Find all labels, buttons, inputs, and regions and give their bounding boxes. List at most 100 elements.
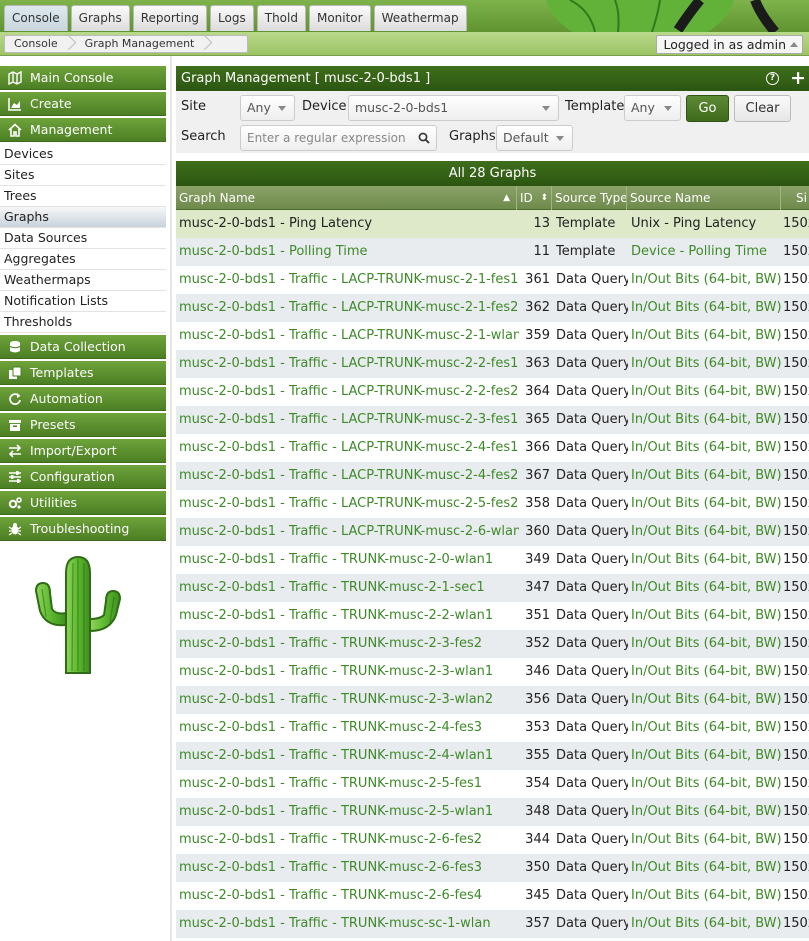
graph-name-link[interactable]: musc-2-0-bds1 - Traffic - TRUNK-musc-2-6…: [179, 882, 519, 910]
sidebar-data-collection[interactable]: Data Collection: [0, 335, 166, 359]
tab-thold[interactable]: Thold: [256, 5, 306, 31]
sidebar-item-graphs[interactable]: Graphs: [0, 207, 166, 228]
table-row[interactable]: musc-2-0-bds1 - Traffic - LACP-TRUNK-mus…: [176, 490, 809, 518]
column-source-type[interactable]: Source Type: [552, 186, 627, 210]
source-name-link[interactable]: In/Out Bits (64-bit, BW): [631, 490, 781, 518]
template-select[interactable]: Any: [624, 95, 681, 121]
graph-name-link[interactable]: musc-2-0-bds1 - Traffic - TRUNK-musc-2-6…: [179, 826, 519, 854]
table-row[interactable]: musc-2-0-bds1 - Traffic - LACP-TRUNK-mus…: [176, 266, 809, 294]
table-row[interactable]: musc-2-0-bds1 - Traffic - TRUNK-musc-2-5…: [176, 798, 809, 826]
column-id[interactable]: ID ⬍: [517, 186, 552, 210]
source-name-link[interactable]: In/Out Bits (64-bit, BW): [631, 882, 781, 910]
search-input[interactable]: Enter a regular expression: [240, 125, 437, 151]
graph-name-link[interactable]: musc-2-0-bds1 - Traffic - LACP-TRUNK-mus…: [179, 322, 519, 350]
source-name-link[interactable]: In/Out Bits (64-bit, BW): [631, 434, 781, 462]
sidebar-create[interactable]: Create: [0, 92, 166, 116]
source-name-link[interactable]: Unix - Ping Latency: [631, 210, 781, 238]
sidebar-management[interactable]: Management: [0, 118, 166, 142]
source-name-link[interactable]: In/Out Bits (64-bit, BW): [631, 518, 781, 546]
sidebar-item-aggregates[interactable]: Aggregates: [0, 249, 166, 270]
sidebar-item-weathermaps[interactable]: Weathermaps: [0, 270, 166, 291]
graph-name-link[interactable]: musc-2-0-bds1 - Traffic - TRUNK-musc-2-6…: [179, 854, 519, 882]
graph-name-link[interactable]: musc-2-0-bds1 - Traffic - TRUNK-musc-2-0…: [179, 546, 519, 574]
table-row[interactable]: musc-2-0-bds1 - Traffic - TRUNK-musc-2-0…: [176, 546, 809, 574]
source-name-link[interactable]: In/Out Bits (64-bit, BW): [631, 910, 781, 938]
source-name-link[interactable]: In/Out Bits (64-bit, BW): [631, 350, 781, 378]
sidebar-troubleshooting[interactable]: Troubleshooting: [0, 517, 166, 541]
source-name-link[interactable]: In/Out Bits (64-bit, BW): [631, 658, 781, 686]
column-source-name[interactable]: Source Name: [627, 186, 781, 210]
graph-name-link[interactable]: musc-2-0-bds1 - Traffic - LACP-TRUNK-mus…: [179, 518, 519, 546]
table-row[interactable]: musc-2-0-bds1 - Traffic - LACP-TRUNK-mus…: [176, 434, 809, 462]
table-row[interactable]: musc-2-0-bds1 - Traffic - TRUNK-musc-2-6…: [176, 882, 809, 910]
graph-name-link[interactable]: musc-2-0-bds1 - Traffic - LACP-TRUNK-mus…: [179, 490, 519, 518]
graph-name-link[interactable]: musc-2-0-bds1 - Traffic - LACP-TRUNK-mus…: [179, 434, 519, 462]
sidebar-configuration[interactable]: Configuration: [0, 465, 166, 489]
sidebar-main-console[interactable]: Main Console: [0, 66, 166, 90]
table-row[interactable]: musc-2-0-bds1 - Traffic - TRUNK-musc-2-3…: [176, 686, 809, 714]
source-name-link[interactable]: In/Out Bits (64-bit, BW): [631, 574, 781, 602]
source-name-link[interactable]: In/Out Bits (64-bit, BW): [631, 602, 781, 630]
table-row[interactable]: musc-2-0-bds1 - Polling Time 11 Template De…: [176, 238, 809, 266]
graph-name-link[interactable]: musc-2-0-bds1 - Traffic - LACP-TRUNK-mus…: [179, 294, 519, 322]
source-name-link[interactable]: In/Out Bits (64-bit, BW): [631, 798, 781, 826]
graph-name-link[interactable]: musc-2-0-bds1 - Traffic - LACP-TRUNK-mus…: [179, 350, 519, 378]
graph-name-link[interactable]: musc-2-0-bds1 - Traffic - TRUNK-musc-2-5…: [179, 770, 519, 798]
source-name-link[interactable]: In/Out Bits (64-bit, BW): [631, 630, 781, 658]
table-row[interactable]: musc-2-0-bds1 - Traffic - TRUNK-musc-2-6…: [176, 826, 809, 854]
breadcrumb-graph-management[interactable]: Graph Management: [76, 36, 213, 52]
source-name-link[interactable]: In/Out Bits (64-bit, BW): [631, 378, 781, 406]
graph-name-link[interactable]: musc-2-0-bds1 - Traffic - LACP-TRUNK-mus…: [179, 266, 519, 294]
table-row[interactable]: musc-2-0-bds1 - Traffic - LACP-TRUNK-mus…: [176, 350, 809, 378]
tab-monitor[interactable]: Monitor: [308, 5, 371, 31]
source-name-link[interactable]: In/Out Bits (64-bit, BW): [631, 546, 781, 574]
graphs-select[interactable]: Default: [496, 125, 573, 151]
table-row[interactable]: musc-2-0-bds1 - Traffic - LACP-TRUNK-mus…: [176, 406, 809, 434]
table-row[interactable]: musc-2-0-bds1 - Traffic - TRUNK-musc-2-1…: [176, 574, 809, 602]
sidebar-templates[interactable]: Templates: [0, 361, 166, 385]
source-name-link[interactable]: In/Out Bits (64-bit, BW): [631, 322, 781, 350]
graph-name-link[interactable]: musc-2-0-bds1 - Traffic - TRUNK-musc-sc-…: [179, 910, 519, 938]
logged-in-menu[interactable]: Logged in as admin: [656, 35, 803, 54]
graph-name-link[interactable]: musc-2-0-bds1 - Traffic - LACP-TRUNK-mus…: [179, 406, 519, 434]
table-row[interactable]: musc-2-0-bds1 - Traffic - TRUNK-musc-2-4…: [176, 742, 809, 770]
graph-name-link[interactable]: musc-2-0-bds1 - Traffic - TRUNK-musc-2-4…: [179, 714, 519, 742]
source-name-link[interactable]: In/Out Bits (64-bit, BW): [631, 826, 781, 854]
graph-name-link[interactable]: musc-2-0-bds1 - Traffic - LACP-TRUNK-mus…: [179, 378, 519, 406]
table-row[interactable]: musc-2-0-bds1 - Traffic - TRUNK-musc-2-4…: [176, 714, 809, 742]
sidebar-item-thresholds[interactable]: Thresholds: [0, 312, 166, 333]
source-name-link[interactable]: In/Out Bits (64-bit, BW): [631, 686, 781, 714]
graph-name-link[interactable]: musc-2-0-bds1 - Traffic - TRUNK-musc-2-2…: [179, 602, 519, 630]
source-name-link[interactable]: In/Out Bits (64-bit, BW): [631, 714, 781, 742]
source-name-link[interactable]: In/Out Bits (64-bit, BW): [631, 854, 781, 882]
graph-name-link[interactable]: musc-2-0-bds1 - Traffic - LACP-TRUNK-mus…: [179, 462, 519, 490]
graph-name-link[interactable]: musc-2-0-bds1 - Traffic - TRUNK-musc-2-3…: [179, 686, 519, 714]
table-row[interactable]: musc-2-0-bds1 - Ping Latency 13 Template Un…: [176, 210, 809, 238]
sidebar-utilities[interactable]: Utilities: [0, 491, 166, 515]
site-select[interactable]: Any: [240, 95, 295, 121]
clear-button[interactable]: Clear: [734, 95, 791, 122]
column-graph-name[interactable]: Graph Name ▲: [176, 186, 517, 210]
table-row[interactable]: musc-2-0-bds1 - Traffic - LACP-TRUNK-mus…: [176, 518, 809, 546]
tab-reporting[interactable]: Reporting: [132, 5, 208, 31]
graph-name-link[interactable]: musc-2-0-bds1 - Traffic - TRUNK-musc-2-5…: [179, 798, 519, 826]
sidebar-item-data-sources[interactable]: Data Sources: [0, 228, 166, 249]
go-button[interactable]: Go: [686, 95, 729, 122]
table-row[interactable]: musc-2-0-bds1 - Traffic - LACP-TRUNK-mus…: [176, 462, 809, 490]
graph-name-link[interactable]: musc-2-0-bds1 - Ping Latency: [179, 210, 519, 238]
breadcrumb-console[interactable]: Console: [5, 36, 76, 52]
sidebar-item-trees[interactable]: Trees: [0, 186, 166, 207]
help-icon[interactable]: ?: [766, 72, 779, 85]
graph-name-link[interactable]: musc-2-0-bds1 - Polling Time: [179, 238, 519, 266]
table-row[interactable]: musc-2-0-bds1 - Traffic - TRUNK-musc-2-5…: [176, 770, 809, 798]
source-name-link[interactable]: In/Out Bits (64-bit, BW): [631, 770, 781, 798]
source-name-link[interactable]: In/Out Bits (64-bit, BW): [631, 294, 781, 322]
table-row[interactable]: musc-2-0-bds1 - Traffic - TRUNK-musc-sc-…: [176, 910, 809, 938]
sidebar-item-notification-lists[interactable]: Notification Lists: [0, 291, 166, 312]
source-name-link[interactable]: In/Out Bits (64-bit, BW): [631, 266, 781, 294]
sidebar-item-devices[interactable]: Devices: [0, 144, 166, 165]
table-row[interactable]: musc-2-0-bds1 - Traffic - TRUNK-musc-2-3…: [176, 658, 809, 686]
column-size[interactable]: Si: [781, 186, 809, 210]
graph-name-link[interactable]: musc-2-0-bds1 - Traffic - TRUNK-musc-2-4…: [179, 742, 519, 770]
table-row[interactable]: musc-2-0-bds1 - Traffic - TRUNK-musc-2-6…: [176, 854, 809, 882]
